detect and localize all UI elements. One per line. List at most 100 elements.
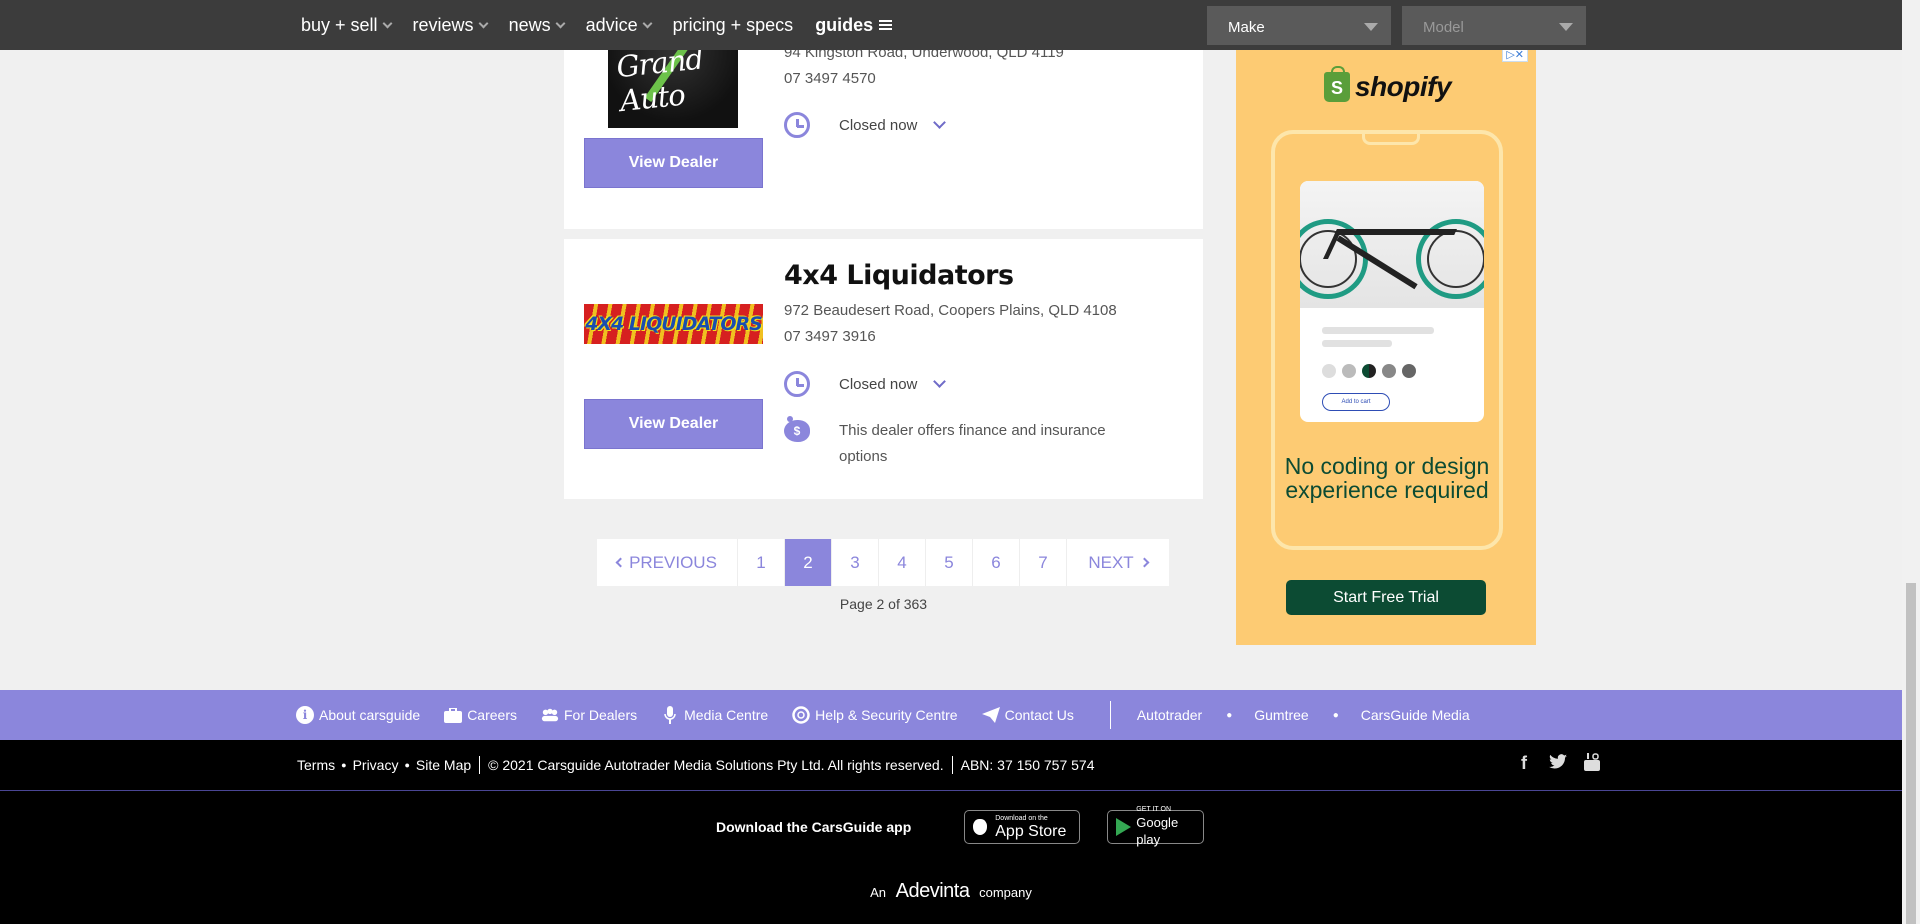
- top-nav: buy + sell reviews news advice pricing +…: [0, 0, 1902, 50]
- terms-link[interactable]: Terms: [297, 757, 335, 773]
- nav-label: guides: [815, 14, 874, 35]
- nav-menu: buy + sell reviews news advice pricing +…: [301, 0, 914, 50]
- nav-advice[interactable]: advice: [585, 14, 653, 36]
- page-5-button[interactable]: 5: [926, 539, 973, 586]
- briefcase-icon: [444, 706, 463, 724]
- footer-contact-link[interactable]: Contact Us: [981, 706, 1074, 724]
- footer-about-link[interactable]: i About carsguide: [296, 706, 420, 724]
- dealer-contact: 972 Beaudesert Road, Coopers Plains, QLD…: [784, 298, 1117, 350]
- dealer-phone[interactable]: 07 3497 4570: [784, 66, 1064, 92]
- previous-page-button[interactable]: PREVIOUS: [597, 539, 738, 586]
- app-store-badge[interactable]: Download on the App Store: [964, 810, 1081, 844]
- footer-careers-link[interactable]: Careers: [444, 706, 517, 724]
- page-7-button[interactable]: 7: [1020, 539, 1067, 586]
- dealer-logo-text: 4X4 LIQUIDATORS: [585, 313, 763, 335]
- google-play-badge[interactable]: GET IT ON Google play: [1107, 806, 1205, 847]
- next-page-button[interactable]: NEXT: [1067, 539, 1169, 586]
- autotrader-link[interactable]: Autotrader: [1137, 707, 1202, 723]
- carsguide-media-link[interactable]: CarsGuide Media: [1361, 707, 1470, 723]
- group-icon: [541, 706, 559, 724]
- chevron-down-icon: [555, 18, 566, 29]
- info-icon: i: [296, 706, 314, 724]
- page-3-button[interactable]: 3: [832, 539, 879, 586]
- social-links: f: [1515, 753, 1617, 776]
- color-swatches: [1322, 364, 1422, 378]
- shopify-wordmark: shopify: [1355, 71, 1452, 102]
- dealer-name[interactable]: 4x4 Liquidators: [784, 260, 1014, 291]
- nav-label: buy + sell: [301, 14, 378, 35]
- page-6-button[interactable]: 6: [973, 539, 1020, 586]
- twitter-icon[interactable]: [1549, 753, 1567, 776]
- dealer-address: 972 Beaudesert Road, Coopers Plains, QLD…: [784, 302, 1117, 319]
- nav-news[interactable]: news: [508, 14, 566, 36]
- page-2-button[interactable]: 2: [785, 539, 832, 586]
- chevron-left-icon: [615, 557, 626, 568]
- model-select[interactable]: Model: [1402, 6, 1586, 45]
- nav-buy-sell[interactable]: buy + sell: [301, 14, 392, 36]
- scrollbar-thumb[interactable]: [1906, 583, 1916, 924]
- finance-note: $ This dealer offers finance and insuran…: [784, 416, 1139, 470]
- model-select-value: Model: [1423, 19, 1464, 36]
- page-1-button[interactable]: 1: [738, 539, 785, 586]
- facebook-icon[interactable]: f: [1515, 753, 1533, 776]
- dealer-hours: Closed now: [784, 371, 947, 397]
- nav-guides[interactable]: guides: [815, 14, 893, 36]
- chevron-right-icon: [1139, 557, 1150, 568]
- privacy-link[interactable]: Privacy: [353, 757, 399, 773]
- product-card: Add to cart: [1300, 181, 1484, 422]
- footer-dealers-link[interactable]: For Dealers: [541, 706, 637, 724]
- youtube-icon[interactable]: [1583, 753, 1601, 776]
- hamburger-icon: [879, 18, 893, 32]
- vertical-scrollbar[interactable]: [1902, 0, 1920, 924]
- view-dealer-button[interactable]: View Dealer: [584, 138, 763, 188]
- adevinta-credit: An Adevinta company: [870, 880, 1032, 902]
- shopping-bag-icon: S: [1324, 66, 1350, 102]
- finance-text: This dealer offers finance and insurance…: [839, 422, 1106, 465]
- add-to-cart-mock: Add to cart: [1322, 393, 1390, 411]
- footer-divider: [1109, 701, 1111, 729]
- nav-reviews[interactable]: reviews: [412, 14, 489, 36]
- hours-status: Closed now: [839, 375, 918, 393]
- paper-plane-icon: [981, 706, 1000, 724]
- chevron-down-icon: [382, 18, 392, 29]
- footer-links-bar: i About carsguide Careers For Dealers Med…: [0, 690, 1902, 740]
- chevron-down-icon: [642, 18, 653, 29]
- abn: ABN: 37 150 757 574: [960, 757, 1095, 773]
- dealer-logo[interactable]: 4X4 LIQUIDATORS: [584, 304, 763, 344]
- footer-help-link[interactable]: Help & Security Centre: [792, 706, 958, 724]
- nav-label: pricing + specs: [672, 14, 794, 35]
- nav-label: reviews: [412, 14, 474, 35]
- make-select-value: Make: [1228, 19, 1265, 36]
- adevinta-logo: Adevinta: [895, 880, 970, 902]
- piggy-bank-icon: $: [784, 416, 810, 442]
- apple-icon: [973, 819, 988, 835]
- shopify-ad[interactable]: ▷✕ S shopify Add to cart No coding or de…: [1236, 47, 1536, 645]
- lifebuoy-icon: [792, 706, 810, 724]
- nav-label: advice: [585, 14, 638, 35]
- pagination: PREVIOUS 1 2 3 4 5 6 7 NEXT: [597, 539, 1169, 586]
- chevron-down-icon[interactable]: [933, 115, 947, 129]
- dealer-phone[interactable]: 07 3497 3916: [784, 324, 1117, 350]
- nav-label: news: [508, 14, 551, 35]
- clock-icon: [784, 371, 810, 397]
- chevron-down-icon[interactable]: [933, 374, 947, 388]
- gumtree-link[interactable]: Gumtree: [1254, 707, 1308, 723]
- bicycle-image: [1300, 181, 1484, 308]
- microphone-icon: [661, 706, 679, 724]
- page-info: Page 2 of 363: [839, 596, 928, 612]
- copyright: © 2021 Carsguide Autotrader Media Soluti…: [488, 757, 944, 773]
- view-dealer-button[interactable]: View Dealer: [584, 399, 763, 449]
- footer-bottom: Terms ● Privacy ● Site Map © 2021 Carsgu…: [0, 740, 1902, 924]
- caret-down-icon: [1559, 23, 1573, 31]
- caret-down-icon: [1364, 23, 1378, 31]
- start-free-trial-button[interactable]: Start Free Trial: [1286, 580, 1486, 615]
- nav-pricing-specs[interactable]: pricing + specs: [673, 15, 794, 36]
- clock-icon: [784, 112, 810, 138]
- footer-media-link[interactable]: Media Centre: [661, 706, 768, 724]
- dealer-hours: Closed now: [784, 112, 947, 138]
- legal-row: Terms ● Privacy ● Site Map © 2021 Carsgu…: [297, 756, 1095, 774]
- page-4-button[interactable]: 4: [879, 539, 926, 586]
- make-select[interactable]: Make: [1207, 6, 1391, 45]
- site-map-link[interactable]: Site Map: [416, 757, 471, 773]
- shopify-logo: S shopify: [1324, 66, 1452, 103]
